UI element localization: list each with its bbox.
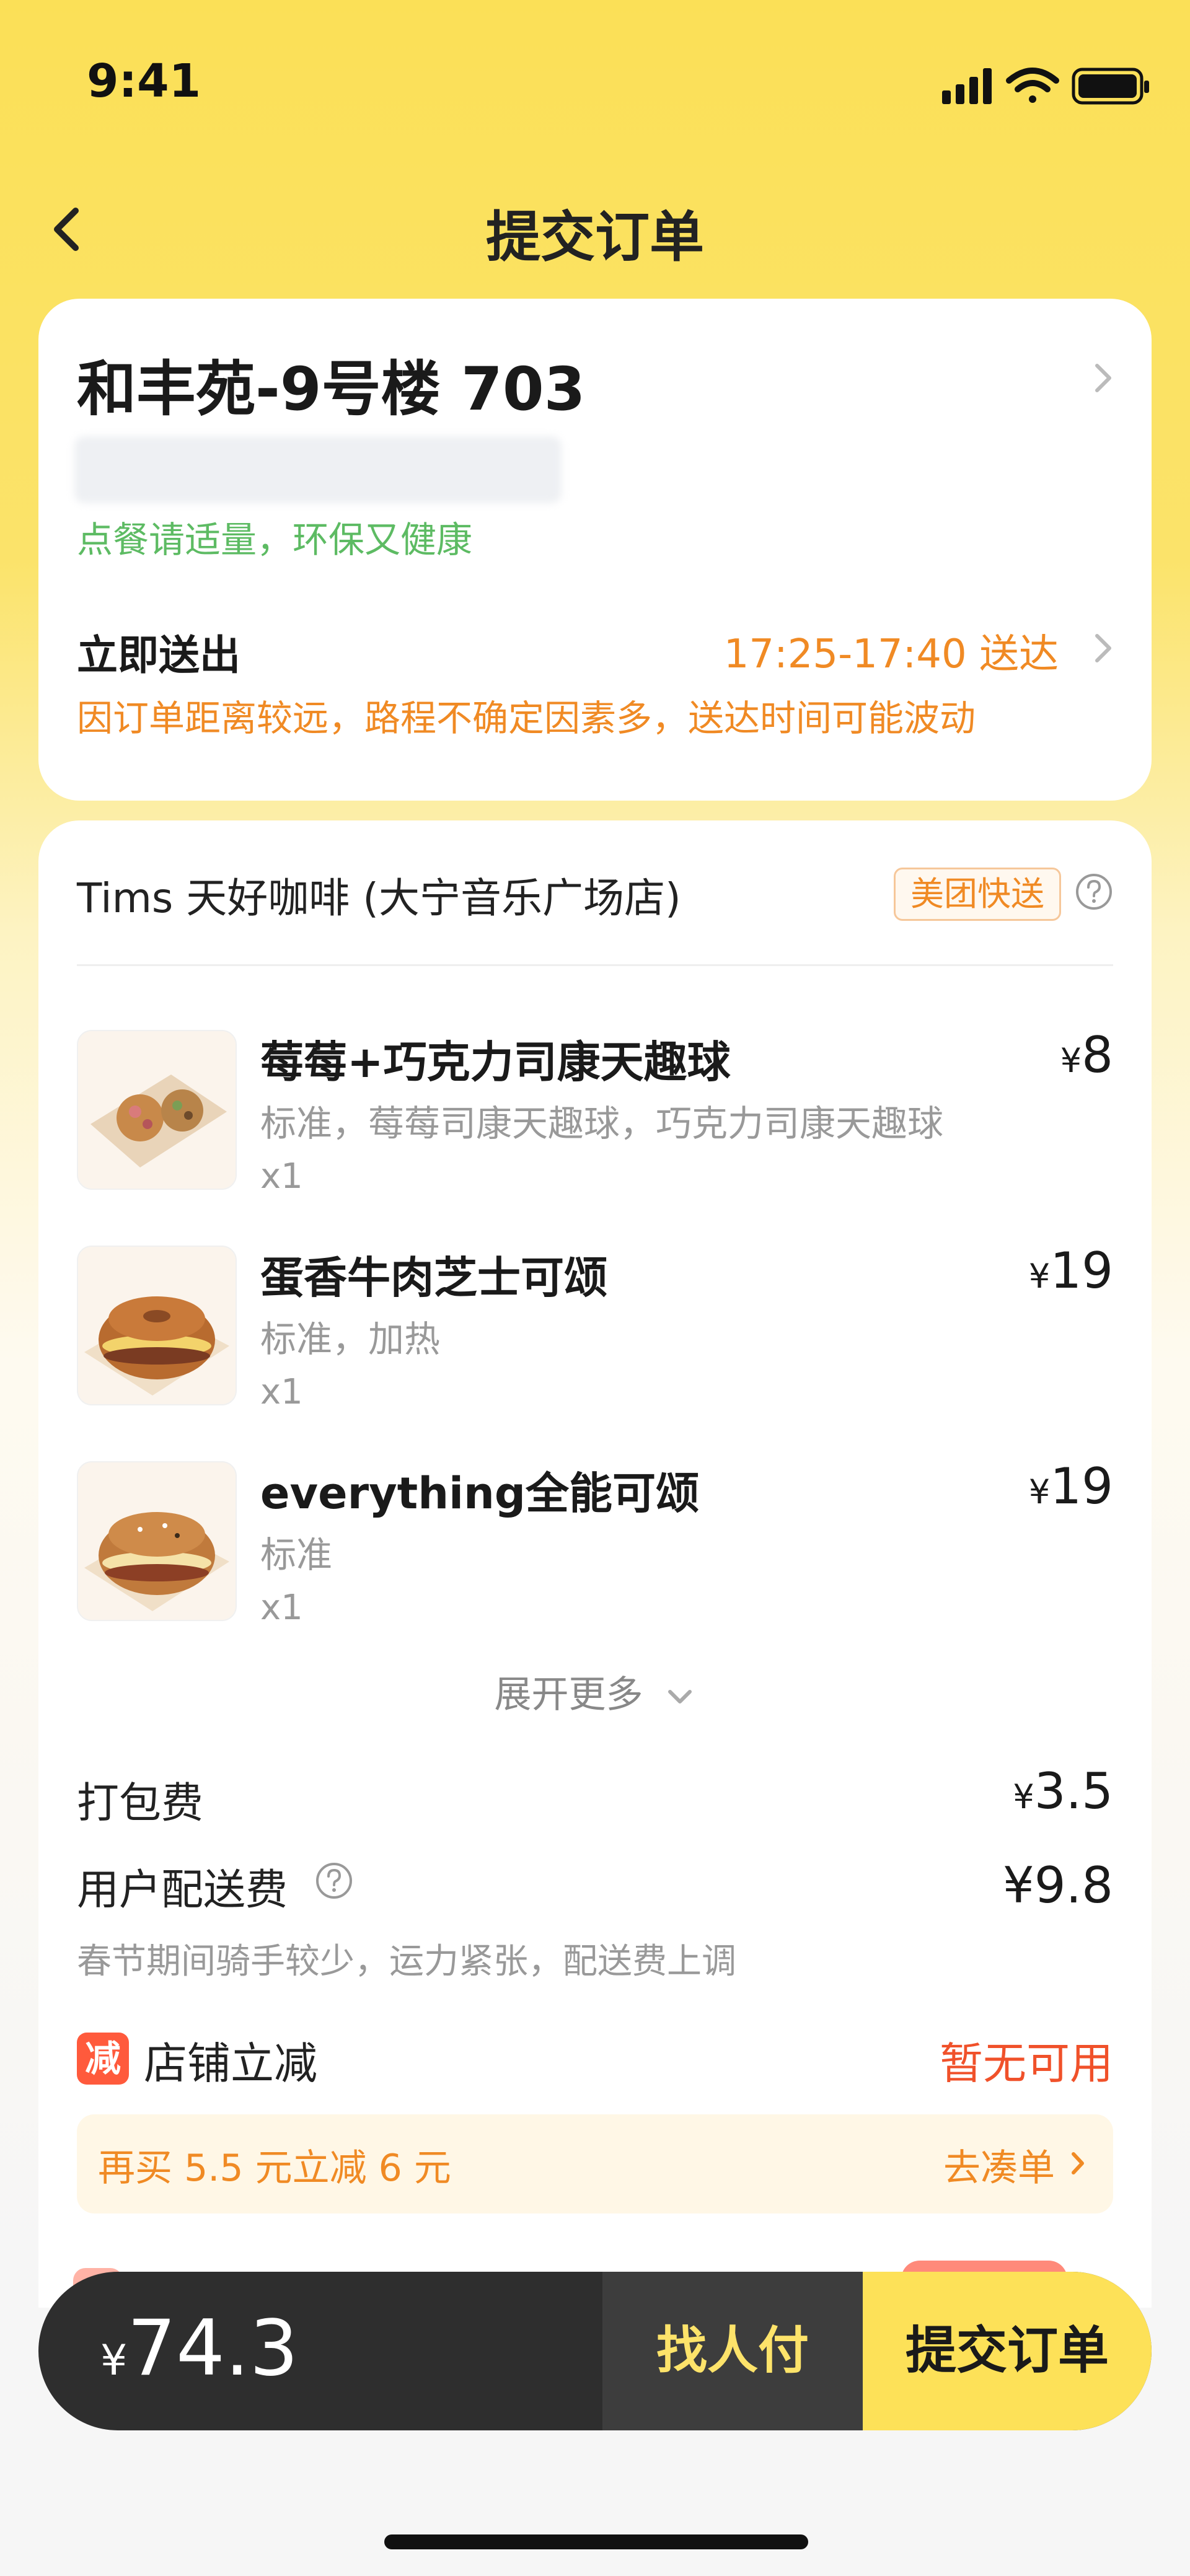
order-item[interactable]: 莓莓+巧克力司康天趣球 标准，莓莓司康天趣球，巧克力司康天趣球 x1 ¥8 [77, 1026, 1113, 1216]
item-price: ¥19 [1029, 1242, 1113, 1299]
price-value: 19 [1050, 1457, 1113, 1515]
currency-symbol: ¥ [1013, 1777, 1034, 1816]
item-spec: 标准，莓莓司康天趣球，巧克力司康天趣球 [260, 1102, 944, 1145]
shop-name[interactable]: Tims 天好咖啡 (大宁音乐广场店) [77, 865, 681, 925]
promo-bar[interactable]: 再买 5.5 元立减 6 元 去凑单 [77, 2114, 1113, 2213]
page-title: 提交订单 [485, 205, 704, 269]
delivery-fee-label: 用户配送费 [77, 1866, 288, 1915]
currency-symbol: ¥ [1028, 1257, 1051, 1296]
item-name: 蛋香牛肉芝士可颂 [260, 1252, 607, 1303]
signal-icon [942, 68, 992, 104]
address-card[interactable]: 和丰苑-9号楼 703 点餐请适量，环保又健康 立即送出 17:25-17:40… [38, 299, 1152, 801]
delivery-time[interactable]: 17:25-17:40 送达 [724, 622, 1059, 679]
item-spec: 标准 [260, 1534, 333, 1576]
discount-icon: 减 [77, 2033, 129, 2085]
submit-order-button[interactable]: 提交订单 [863, 2272, 1152, 2430]
blurred-contact-info [74, 436, 562, 503]
item-image [77, 1461, 237, 1621]
store-discount-label: 店铺立减 [144, 2038, 317, 2089]
divider [77, 964, 1113, 966]
battery-icon [1072, 68, 1149, 105]
order-items-card: Tims 天好咖啡 (大宁音乐广场店) 美团快送 莓莓+巧克力司康天趣球 标准，… [38, 820, 1152, 2308]
currency-symbol: ¥ [1060, 1041, 1082, 1080]
eco-tip: 点餐请适量，环保又健康 [77, 519, 473, 561]
wifi-icon [1006, 68, 1059, 103]
price-value: 8 [1082, 1026, 1113, 1084]
item-price: ¥8 [1060, 1026, 1113, 1084]
order-item[interactable]: 蛋香牛肉芝士可颂 标准，加热 x1 ¥19 [77, 1242, 1113, 1431]
home-indicator [384, 2534, 808, 2549]
item-spec: 标准，加热 [260, 1318, 441, 1360]
item-quantity: x1 [260, 1372, 303, 1412]
status-icons [942, 64, 1153, 109]
chevron-right-icon [1092, 630, 1114, 667]
expand-more-button[interactable]: 展开更多 [38, 1664, 1152, 1718]
item-image [77, 1030, 237, 1190]
order-item[interactable]: everything全能可颂 标准 x1 ¥19 [77, 1457, 1113, 1647]
packing-fee-value: ¥3.5 [1013, 1762, 1113, 1820]
total-amount: 74.3 [127, 2304, 299, 2393]
item-name: 莓莓+巧克力司康天趣球 [260, 1037, 731, 1088]
currency-symbol: ¥ [100, 2336, 128, 2385]
currency-symbol: ¥ [1028, 1472, 1051, 1511]
checkout-bar: ¥74.3 找人付 提交订单 [38, 2272, 1152, 2430]
address-title: 和丰苑-9号楼 703 [77, 354, 586, 424]
find-someone-to-pay-button[interactable]: 找人付 [602, 2272, 863, 2430]
store-discount-value[interactable]: 暂无可用 [940, 2029, 1113, 2091]
add-items-link[interactable]: 去凑单 [943, 2138, 1055, 2192]
item-price: ¥19 [1029, 1457, 1113, 1515]
status-time: 9:41 [87, 55, 201, 108]
help-icon[interactable] [315, 1862, 353, 1900]
order-total: ¥74.3 [100, 2304, 298, 2393]
delivery-fee-note: 春节期间骑手较少，运力紧张，配送费上调 [77, 1941, 736, 1982]
item-quantity: x1 [260, 1588, 303, 1628]
chevron-down-icon [668, 1690, 692, 1704]
help-icon[interactable] [1075, 873, 1113, 911]
delivery-fee-value: ¥9.8 [1002, 1857, 1113, 1914]
price-value: 19 [1050, 1242, 1113, 1299]
promo-text: 再买 5.5 元立减 6 元 [98, 2147, 451, 2190]
chevron-right-icon [1092, 359, 1114, 397]
item-quantity: x1 [260, 1156, 303, 1197]
item-image [77, 1246, 237, 1405]
delivery-note: 因订单距离较远，路程不确定因素多，送达时间可能波动 [77, 697, 976, 739]
delivery-badge: 美团快送 [894, 868, 1061, 921]
packing-fee-amount: 3.5 [1034, 1762, 1113, 1820]
item-name: everything全能可颂 [260, 1468, 699, 1519]
packing-fee-label: 打包费 [77, 1779, 204, 1828]
expand-more-label: 展开更多 [494, 1673, 643, 1717]
chevron-right-icon [1070, 2149, 1086, 2178]
deliver-now-label: 立即送出 [77, 631, 240, 679]
